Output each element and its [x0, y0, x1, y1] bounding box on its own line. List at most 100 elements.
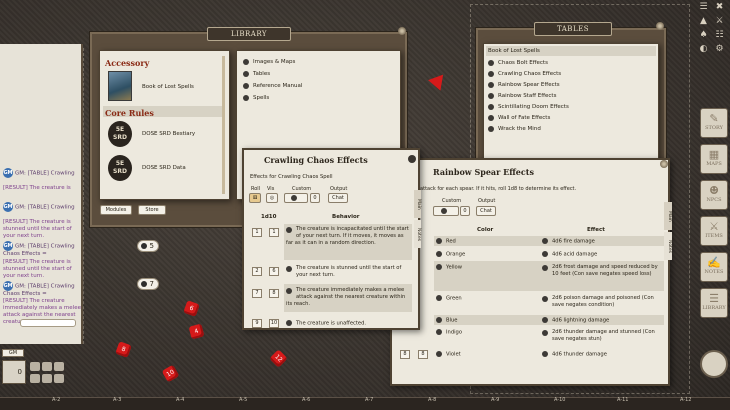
nav-tables[interactable]: Tables: [243, 69, 270, 79]
chart-icon[interactable]: ▲: [698, 16, 709, 27]
table-item[interactable]: Wrack the Mind: [488, 124, 541, 134]
range-from[interactable]: 7: [252, 289, 262, 298]
crawling-side-tab-main[interactable]: Main: [414, 190, 421, 218]
sidebar-library-button[interactable]: ☰ LIBRARY: [700, 288, 728, 318]
rainbow-side-tab-main[interactable]: Main: [664, 202, 672, 230]
ruler-tick[interactable]: A-12: [680, 397, 691, 403]
ruler-tick[interactable]: A-9: [491, 397, 499, 403]
crawling-lock-icon[interactable]: [408, 155, 416, 163]
table-item[interactable]: Rainbow Spear Effects: [488, 80, 560, 90]
chat-output-button[interactable]: Chat: [328, 193, 348, 203]
rainbow-custom-die[interactable]: [433, 206, 459, 216]
rainbow-row-effect: 2d6 frost damage and speed reduced by 10…: [542, 264, 662, 278]
range-to[interactable]: 10: [269, 319, 279, 328]
modifier-box[interactable]: 0: [2, 360, 26, 384]
ruler-tick[interactable]: A-4: [176, 397, 184, 403]
table-item[interactable]: Wall of Fate Effects: [488, 113, 550, 123]
sidebar-maps-button[interactable]: ▦ MAPS: [700, 144, 728, 174]
library-item-book-of-lost-spells[interactable]: Book of Lost Spells: [142, 84, 194, 90]
gm-avatar: GM: [3, 281, 13, 291]
bullet-icon: [436, 329, 442, 335]
rainbow-custom-value[interactable]: 0: [460, 206, 470, 216]
range-to[interactable]: 8: [418, 350, 428, 359]
ruler-tick[interactable]: A-3: [113, 397, 121, 403]
table-item[interactable]: Crawling Chaos Effects: [488, 69, 561, 79]
red-die[interactable]: 10: [161, 364, 180, 383]
d20-icon[interactable]: [54, 374, 64, 383]
modifier-wheel[interactable]: [700, 350, 728, 378]
rainbow-title: Rainbow Spear Effects: [433, 167, 534, 177]
combat-icon[interactable]: ⚔: [714, 16, 725, 27]
options-icon[interactable]: ⚙: [714, 44, 725, 55]
rainbow-row: Orange: [436, 251, 465, 258]
range-to[interactable]: 6: [269, 267, 279, 276]
rainbow-chat-button[interactable]: Chat: [476, 206, 496, 216]
map-icon[interactable]: ◐: [698, 44, 709, 55]
library-scrollbar[interactable]: [222, 56, 225, 194]
custom-value[interactable]: 0: [310, 193, 320, 203]
library-item-srd-data[interactable]: DOSE SRD Data: [142, 165, 186, 171]
table-item[interactable]: Scintillating Doom Effects: [488, 102, 569, 112]
sidebar-items-button[interactable]: ⚔ ITEMS: [700, 216, 728, 246]
ruler-tick[interactable]: A-11: [617, 397, 628, 403]
nav-images-maps[interactable]: Images & Maps: [243, 57, 295, 67]
d8-icon[interactable]: [54, 362, 64, 371]
dice-tray[interactable]: [30, 362, 78, 384]
custom-die-button[interactable]: [284, 193, 308, 203]
identity-label[interactable]: GM: [2, 349, 24, 357]
sidebar-notes-button[interactable]: ✍ NOTES: [700, 252, 728, 282]
ruler-tick[interactable]: A-7: [365, 397, 373, 403]
crawling-side-tab-notes[interactable]: Notes: [414, 220, 421, 248]
red-die[interactable]: 8: [115, 341, 132, 358]
rainbow-lock-icon[interactable]: [660, 160, 668, 168]
red-die[interactable]: 4: [188, 323, 205, 340]
nav-spells[interactable]: Spells: [243, 93, 269, 103]
person-icon: ☻: [709, 184, 719, 197]
store-button[interactable]: Store: [138, 205, 166, 215]
bullet-icon: [542, 351, 548, 357]
red-die[interactable]: 12: [269, 349, 288, 368]
d4-icon[interactable]: [30, 362, 40, 371]
ruler-tick[interactable]: A-6: [302, 397, 310, 403]
party-icon[interactable]: ♠: [698, 30, 709, 41]
close-icon[interactable]: ✖: [714, 2, 725, 13]
sidebar-story-button[interactable]: ✎ STORY: [700, 108, 728, 138]
visibility-button[interactable]: ◎: [266, 193, 278, 203]
rainbow-col-color: Color: [477, 227, 494, 233]
col-1d10: 1d10: [261, 214, 277, 220]
range-from[interactable]: 2: [252, 267, 262, 276]
range-from[interactable]: 8: [400, 350, 410, 359]
library-item-bestiary[interactable]: DOSE SRD Bestiary: [142, 131, 195, 137]
d6-icon[interactable]: [42, 362, 52, 371]
pause-icon[interactable]: ☰: [698, 2, 709, 13]
d12-icon[interactable]: [42, 374, 52, 383]
rainbow-side-tab-notes[interactable]: Notes: [664, 232, 672, 260]
roll-dice-button[interactable]: ⚅: [249, 193, 261, 203]
chat-line: GM GM: [TABLE] Crawling Chaos Effects =: [3, 241, 75, 257]
range-to[interactable]: 8: [269, 289, 279, 298]
range-from[interactable]: 9: [252, 319, 262, 328]
chat-entry-box[interactable]: [20, 319, 76, 327]
range-to[interactable]: 1: [269, 228, 279, 237]
modules-button[interactable]: Modules: [100, 205, 132, 215]
ruler-tick[interactable]: A-5: [239, 397, 247, 403]
category-core-rules: Core Rules: [105, 108, 154, 118]
table-item[interactable]: Rainbow Staff Effects: [488, 91, 556, 101]
bullet-icon: [286, 320, 292, 326]
ruler-tick[interactable]: A-2: [52, 397, 60, 403]
calendar-icon[interactable]: ☷: [714, 30, 725, 41]
d10-icon[interactable]: [30, 374, 40, 383]
nav-reference-manual[interactable]: Reference Manual: [243, 81, 302, 91]
tables-close-icon[interactable]: [656, 22, 664, 30]
ruler-tick[interactable]: A-10: [554, 397, 565, 403]
tables-group-header: Book of Lost Spells: [488, 48, 540, 54]
red-d4-token[interactable]: [428, 74, 448, 94]
table-item[interactable]: Chaos Bolt Effects: [488, 58, 548, 68]
red-die[interactable]: 6: [183, 300, 200, 317]
range-from[interactable]: 1: [252, 228, 262, 237]
sidebar-npcs-button[interactable]: ☻ NPCS: [700, 180, 728, 210]
library-close-icon[interactable]: [398, 27, 406, 35]
ruler-tick[interactable]: A-8: [428, 397, 436, 403]
bullet-icon: [488, 92, 494, 99]
book-icon: ✎: [709, 112, 719, 125]
